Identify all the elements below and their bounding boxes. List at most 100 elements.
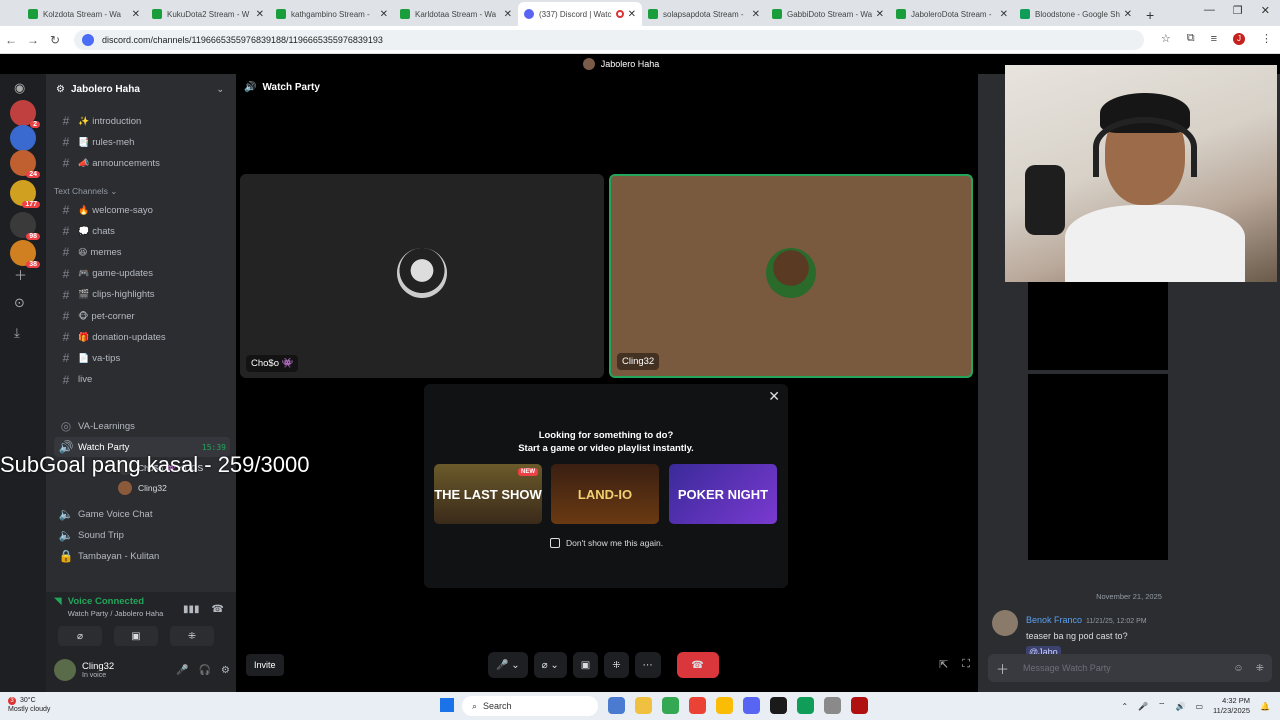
message-author[interactable]: Benok Franco: [1026, 615, 1082, 625]
dota-icon[interactable]: [851, 697, 868, 714]
server-icon[interactable]: 98: [10, 212, 40, 240]
discord-icon[interactable]: [743, 697, 760, 714]
server-icon[interactable]: [10, 125, 36, 151]
restore-icon[interactable]: ❐: [1233, 4, 1243, 17]
chrome-icon[interactable]: [716, 697, 733, 714]
noise-suppression-icon[interactable]: ▮▮▮: [183, 604, 200, 615]
site-info-icon[interactable]: [82, 34, 94, 46]
voice-member[interactable]: Cling32: [118, 479, 167, 497]
add-attachment-icon[interactable]: ＋: [996, 659, 1009, 678]
channel-chats[interactable]: # 💭 chats: [54, 221, 230, 241]
close-tab-icon[interactable]: ✕: [132, 9, 140, 20]
browser-tab[interactable]: Karldotaa Stream - Wa ✕: [394, 2, 518, 26]
leave-call-button[interactable]: ☎: [676, 652, 719, 678]
disconnect-icon[interactable]: ☎: [212, 604, 224, 615]
camera-button[interactable]: ⌀ ⌄: [533, 652, 567, 678]
channel-va-tips[interactable]: # 📄 va-tips: [54, 348, 230, 368]
file-explorer-icon[interactable]: [635, 697, 652, 714]
game-card-poker-night[interactable]: POKER NIGHT: [669, 464, 777, 524]
browser-tab[interactable]: solapsapdota Stream - ✕: [642, 2, 766, 26]
screen-share-button[interactable]: ▣: [114, 626, 158, 646]
browser-tab[interactable]: (337) Discord | Watc ✕: [518, 2, 642, 26]
notifications-icon[interactable]: 🔔: [1260, 702, 1270, 711]
app-icon[interactable]: [824, 697, 841, 714]
chrome-icon[interactable]: [689, 697, 706, 714]
emoji-icon[interactable]: ☺: [1233, 663, 1243, 674]
profile-avatar[interactable]: J: [1233, 32, 1245, 45]
server-icon[interactable]: 2: [10, 100, 40, 128]
activities-button[interactable]: ⁜: [604, 652, 629, 678]
message-input[interactable]: Message Watch Party: [1023, 663, 1111, 673]
close-icon[interactable]: ✕: [768, 388, 780, 405]
signal-icon[interactable]: ◥: [54, 596, 62, 607]
channel-pet-corner[interactable]: # 🐵 pet-corner: [54, 306, 230, 326]
close-tab-icon[interactable]: ✕: [628, 9, 636, 20]
volume-icon[interactable]: 🔊: [1176, 702, 1186, 711]
channel-live[interactable]: # live: [54, 370, 230, 390]
channel-game-updates[interactable]: # 🎮 game-updates: [54, 264, 230, 284]
channel-welcome-sayo[interactable]: # 🔥 welcome-sayo: [54, 200, 230, 220]
server-icon[interactable]: 38: [10, 240, 40, 268]
new-tab-button[interactable]: +: [1146, 4, 1154, 26]
microphone-icon[interactable]: 🎤: [176, 665, 188, 676]
taskbar-search[interactable]: ⌕ Search: [462, 696, 598, 716]
game-card-last-show[interactable]: NEW THE LAST SHOW: [434, 464, 542, 524]
reload-icon[interactable]: ↻: [44, 33, 66, 47]
category-text-channels[interactable]: Text Channels ⌄: [54, 186, 117, 197]
channel-announcements[interactable]: # 📣 announcements: [54, 153, 230, 173]
close-tab-icon[interactable]: ✕: [504, 9, 512, 20]
browser-tab[interactable]: KukuDota2 Stream - W ✕: [146, 2, 270, 26]
chevron-up-icon[interactable]: ⌃: [1121, 702, 1128, 711]
fullscreen-icon[interactable]: ⛶: [962, 658, 970, 671]
game-card-land-io[interactable]: LAND-IO: [551, 464, 659, 524]
screen-share-button[interactable]: ▣: [572, 652, 599, 678]
server-icon[interactable]: 177: [10, 180, 40, 208]
avatar[interactable]: [54, 659, 76, 681]
minimize-icon[interactable]: —: [1204, 4, 1215, 17]
discover-icon[interactable]: ⊙: [14, 295, 25, 311]
close-tab-icon[interactable]: ✕: [1000, 9, 1008, 20]
camera-off-button[interactable]: ⌀: [58, 626, 102, 646]
microphone-icon[interactable]: 🎤: [1138, 702, 1148, 711]
forward-icon[interactable]: →: [22, 33, 44, 47]
channel-clips-highlights[interactable]: # 🎬 clips-highlights: [54, 285, 230, 305]
copilot-icon[interactable]: [608, 697, 625, 714]
download-icon[interactable]: ⤓: [14, 325, 20, 341]
pop-out-icon[interactable]: ⇱: [939, 658, 948, 671]
avatar[interactable]: [992, 610, 1018, 636]
more-icon[interactable]: ⋯: [634, 652, 661, 678]
battery-icon[interactable]: ▭: [1195, 702, 1203, 711]
close-window-icon[interactable]: ✕: [1261, 4, 1270, 17]
close-tab-icon[interactable]: ✕: [256, 9, 264, 20]
headphones-icon[interactable]: 🎧: [199, 665, 211, 676]
extensions-icon[interactable]: ⧉: [1187, 32, 1195, 45]
close-tab-icon[interactable]: ✕: [876, 9, 884, 20]
channel-memes[interactable]: # 😆 memes: [54, 242, 230, 262]
close-tab-icon[interactable]: ✕: [1124, 9, 1132, 20]
message-composer[interactable]: ＋ Message Watch Party ☺ ⁜: [988, 654, 1272, 682]
bookmark-star-icon[interactable]: ☆: [1161, 32, 1171, 45]
close-tab-icon[interactable]: ✕: [380, 9, 388, 20]
browser-tab[interactable]: Bloodstone - Google Sh ✕: [1014, 2, 1138, 26]
discord-home-icon[interactable]: ◉: [14, 80, 25, 96]
apps-icon[interactable]: ⁜: [1256, 663, 1264, 674]
windows-start-icon[interactable]: [440, 698, 454, 712]
weather-widget[interactable]: 3 30°C Mostly cloudy: [8, 696, 50, 714]
wifi-icon[interactable]: ⌔: [1158, 701, 1166, 711]
obs-icon[interactable]: [770, 697, 787, 714]
channel-rules-meh[interactable]: # 📑 rules-meh: [54, 132, 230, 152]
voice-channel-sound-trip[interactable]: 🔈 Sound Trip: [54, 525, 230, 545]
video-tile-speaking[interactable]: Cling32: [609, 174, 973, 378]
checkbox[interactable]: [550, 538, 560, 548]
media-icon[interactable]: ≡: [1211, 33, 1217, 45]
gear-icon[interactable]: ⚙: [221, 665, 230, 676]
mute-button[interactable]: 🎤 ⌄: [488, 652, 528, 678]
voice-channel-game-voice-chat[interactable]: 🔈 Game Voice Chat: [54, 504, 230, 524]
server-icon[interactable]: 24: [10, 150, 40, 178]
server-header[interactable]: ⚙ Jabolero Haha ⌄: [46, 74, 236, 104]
menu-icon[interactable]: ⋮: [1261, 32, 1272, 45]
voice-channel-va-learnings[interactable]: ◎ VA-Learnings: [54, 416, 230, 436]
invite-button[interactable]: Invite: [246, 654, 284, 676]
video-tile[interactable]: Cho$o 👾: [240, 174, 604, 378]
app-icon[interactable]: [797, 697, 814, 714]
